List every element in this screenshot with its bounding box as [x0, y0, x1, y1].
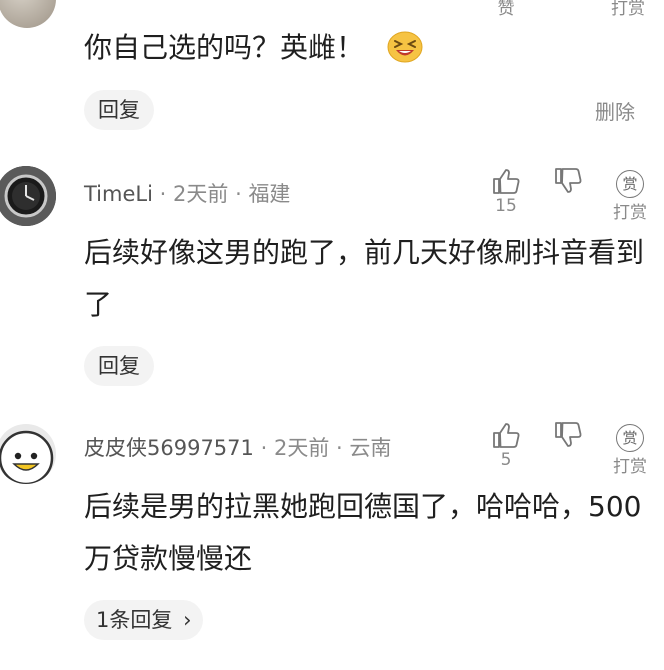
comment-meta: TimeLi · 2天前 · 福建: [84, 178, 290, 208]
meta-separator: ·: [235, 182, 242, 206]
comment-time: 2天前: [273, 436, 330, 460]
tip-label: 打赏: [613, 457, 647, 477]
comment-text: 后续是男的拉黑她跑回德国了，哈哈哈，500万贷款慢慢还: [84, 490, 642, 575]
dislike-button[interactable]: [550, 166, 586, 196]
chevron-right-icon: ›: [183, 608, 192, 632]
reply-button[interactable]: 回复: [84, 90, 154, 130]
delete-button[interactable]: 删除: [595, 96, 635, 125]
meta-separator: ·: [260, 436, 268, 460]
tip-label: 打赏: [613, 203, 647, 223]
like-count: 5: [500, 450, 512, 470]
avatar[interactable]: [0, 424, 56, 484]
thumbs-down-icon: [550, 166, 586, 196]
thumbs-up-icon: [488, 166, 524, 196]
like-button[interactable]: 5: [488, 420, 524, 470]
tip-button[interactable]: 打赏: [606, 0, 650, 19]
comment-text-content: 你自己选的吗？英雌！: [84, 31, 365, 64]
reply-label: 回复: [98, 354, 140, 378]
meta-separator: ·: [336, 436, 343, 460]
view-replies-button[interactable]: 1条回复 ›: [84, 600, 204, 640]
tip-icon: 赏: [616, 424, 644, 452]
like-button[interactable]: 赞: [492, 0, 520, 19]
username[interactable]: TimeLi: [84, 182, 153, 206]
avatar[interactable]: [0, 0, 56, 28]
like-count: 15: [495, 196, 517, 216]
comment-location: 云南: [349, 436, 392, 460]
like-label: 赞: [497, 0, 515, 19]
comment-location: 福建: [248, 182, 291, 206]
comment-time: 2天前: [173, 182, 229, 206]
avatar[interactable]: [0, 166, 56, 226]
meta-separator: ·: [159, 182, 167, 206]
smiley-avatar-icon: [0, 430, 54, 484]
dislike-button[interactable]: [550, 420, 586, 450]
thumbs-down-icon: [550, 420, 586, 450]
reply-button[interactable]: 回复: [84, 346, 154, 386]
comment-text: 你自己选的吗？英雌！: [84, 22, 644, 80]
tip-icon: 赏: [616, 170, 644, 198]
like-button[interactable]: 15: [488, 166, 524, 216]
comment-text: 后续好像这男的跑了，前几天好像刷抖音看到了: [84, 236, 645, 321]
username[interactable]: 皮皮侠56997571: [84, 436, 254, 460]
delete-label: 删除: [595, 100, 635, 124]
tip-button[interactable]: 赏 打赏: [608, 170, 652, 223]
tip-button[interactable]: 赏 打赏: [608, 424, 652, 477]
thumbs-up-icon: [488, 420, 524, 450]
tip-label: 打赏: [611, 0, 645, 19]
replies-count-label: 1条回复: [96, 608, 173, 632]
laughing-emoji-icon: [387, 28, 423, 80]
reply-label: 回复: [98, 98, 140, 122]
watch-avatar-icon: [0, 166, 56, 226]
comment-meta: 皮皮侠56997571 · 2天前 · 云南: [84, 432, 391, 462]
